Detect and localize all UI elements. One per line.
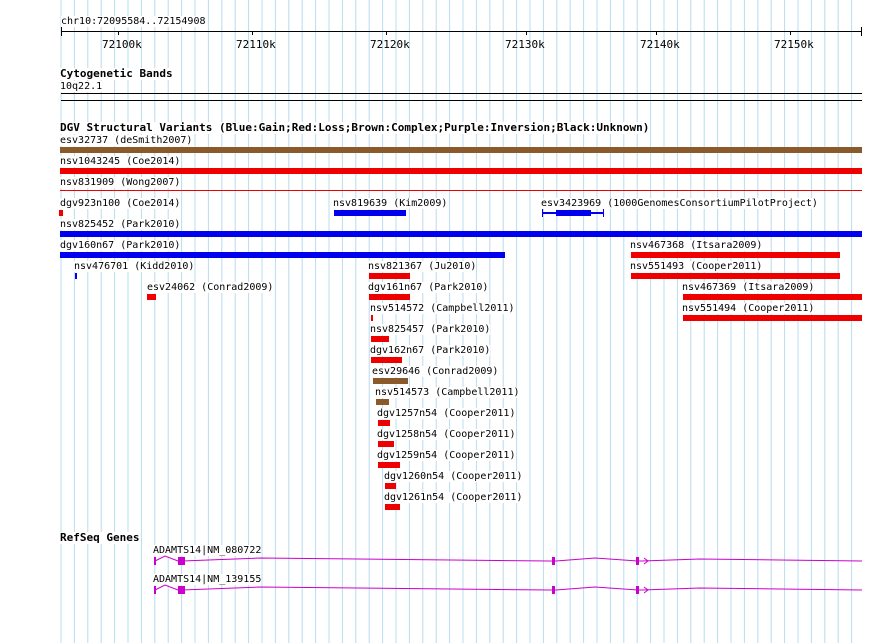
dgv-feature-bar[interactable] xyxy=(631,252,840,258)
cyto-band-bottom[interactable] xyxy=(61,100,862,101)
gene-model[interactable] xyxy=(0,579,890,609)
ruler-tick-mark xyxy=(118,31,119,35)
dgv-feature-bar[interactable] xyxy=(378,462,400,468)
dgv-track-title[interactable]: DGV Structural Variants (Blue:Gain;Red:L… xyxy=(60,122,650,134)
dgv-feature-bar[interactable] xyxy=(371,336,389,342)
dgv-feature-bar[interactable] xyxy=(378,441,394,447)
dgv-feature-label[interactable]: dgv162n67 (Park2010) xyxy=(370,345,491,356)
dgv-feature-bar[interactable] xyxy=(373,378,408,384)
ruler-tick-mark xyxy=(386,31,387,35)
dgv-feature-label[interactable]: esv3423969 (1000GenomesConsortiumPilotPr… xyxy=(541,198,818,209)
locus-label: chr10:72095584..72154908 xyxy=(61,16,206,27)
dgv-feature-bar[interactable] xyxy=(371,357,402,363)
dgv-feature-bar[interactable] xyxy=(334,210,406,216)
cyto-band-top[interactable] xyxy=(61,93,862,94)
dgv-feature-label[interactable]: nsv825457 (Park2010) xyxy=(370,324,491,335)
ruler-tick-mark xyxy=(526,31,527,35)
dgv-feature-label[interactable]: nsv825452 (Park2010) xyxy=(60,219,181,230)
dgv-feature-label[interactable]: dgv1260n54 (Cooper2011) xyxy=(384,471,523,482)
ruler-tick-label: 72130k xyxy=(505,38,545,51)
dgv-feature-bar[interactable] xyxy=(683,294,862,300)
dgv-feature-bar[interactable] xyxy=(60,252,505,258)
dgv-feature-label[interactable]: nsv551493 (Cooper2011) xyxy=(630,261,763,272)
dgv-feature-label[interactable]: nsv821367 (Ju2010) xyxy=(368,261,477,272)
ruler-tick-label: 72110k xyxy=(236,38,276,51)
dgv-feature-bar[interactable] xyxy=(683,315,862,321)
gene-exon xyxy=(636,586,639,594)
dgv-feature-label[interactable]: nsv467368 (Itsara2009) xyxy=(630,240,763,251)
gene-intron-line xyxy=(154,555,863,562)
dgv-feature-label[interactable]: dgv923n100 (Coe2014) xyxy=(60,198,181,209)
ruler-right-end xyxy=(861,27,862,36)
dgv-feature-label[interactable]: esv29646 (Conrad2009) xyxy=(372,366,499,377)
genome-browser-view: chr10:72095584..72154908 72100k 72110k 721… xyxy=(0,0,890,643)
dgv-feature-bar[interactable] xyxy=(60,190,862,191)
ruler-tick-label: 72150k xyxy=(774,38,814,51)
dgv-feature-label[interactable]: dgv1259n54 (Cooper2011) xyxy=(377,450,516,461)
gene-exon xyxy=(552,557,555,565)
cyto-band-label[interactable]: 10q22.1 xyxy=(60,81,103,92)
dgv-feature-end-cap xyxy=(542,209,543,217)
dgv-feature-bar[interactable] xyxy=(369,273,410,279)
dgv-feature-bar[interactable] xyxy=(369,294,410,300)
gene-exon xyxy=(552,586,555,594)
dgv-feature-label[interactable]: dgv160n67 (Park2010) xyxy=(60,240,181,251)
ruler-axis xyxy=(61,31,862,32)
dgv-feature-label[interactable]: dgv1257n54 (Cooper2011) xyxy=(377,408,516,419)
ruler-tick-label: 72120k xyxy=(370,38,410,51)
dgv-feature-bar[interactable] xyxy=(376,399,389,405)
dgv-feature-bar[interactable] xyxy=(75,273,77,279)
dgv-feature-label[interactable]: esv24062 (Conrad2009) xyxy=(147,282,274,293)
dgv-feature-bar[interactable] xyxy=(147,294,156,300)
dgv-feature-label[interactable]: nsv1043245 (Coe2014) xyxy=(60,156,181,167)
dgv-feature-bar[interactable] xyxy=(59,210,63,216)
gene-model[interactable] xyxy=(0,550,890,580)
dgv-feature-bar[interactable] xyxy=(60,231,862,237)
dgv-feature-label[interactable]: nsv467369 (Itsara2009) xyxy=(682,282,815,293)
gene-exon xyxy=(178,586,185,594)
gene-exon xyxy=(636,557,639,565)
dgv-feature-bar[interactable] xyxy=(60,168,862,174)
dgv-feature-label[interactable]: esv32737 (deSmith2007) xyxy=(60,135,193,146)
ruler-tick-label: 72100k xyxy=(102,38,142,51)
dgv-feature-label[interactable]: nsv819639 (Kim2009) xyxy=(333,198,448,209)
ruler-tick-label: 72140k xyxy=(640,38,680,51)
ruler-tick-mark xyxy=(656,31,657,35)
dgv-feature-bar[interactable] xyxy=(60,147,862,153)
gene-exon xyxy=(178,557,185,565)
dgv-feature-label[interactable]: nsv514573 (Campbell2011) xyxy=(375,387,520,398)
refseq-track-title[interactable]: RefSeq Genes xyxy=(60,532,140,544)
gene-exon xyxy=(154,557,156,565)
dgv-feature-bar[interactable] xyxy=(631,273,840,279)
dgv-feature-label[interactable]: nsv514572 (Campbell2011) xyxy=(370,303,515,314)
ruler-tick-mark xyxy=(252,31,253,35)
dgv-feature-bar[interactable] xyxy=(385,504,400,510)
gene-intron-line xyxy=(154,584,863,591)
dgv-feature-label[interactable]: nsv831909 (Wong2007) xyxy=(60,177,181,188)
dgv-feature-label[interactable]: nsv476701 (Kidd2010) xyxy=(74,261,195,272)
dgv-feature-bar[interactable] xyxy=(371,315,373,321)
dgv-feature-label[interactable]: dgv1258n54 (Cooper2011) xyxy=(377,429,516,440)
cyto-track-title[interactable]: Cytogenetic Bands xyxy=(60,68,173,80)
ruler-left-end xyxy=(61,27,62,36)
dgv-feature-bar[interactable] xyxy=(385,483,396,489)
ruler-tick-mark xyxy=(790,31,791,35)
dgv-feature-end-cap xyxy=(603,209,604,217)
dgv-feature-bar[interactable] xyxy=(378,420,390,426)
dgv-feature-label[interactable]: dgv161n67 (Park2010) xyxy=(368,282,489,293)
grid-lines xyxy=(60,0,853,643)
dgv-feature-extent-line[interactable] xyxy=(542,212,604,214)
gene-exon xyxy=(154,586,156,594)
dgv-feature-label[interactable]: nsv551494 (Cooper2011) xyxy=(682,303,815,314)
dgv-feature-label[interactable]: dgv1261n54 (Cooper2011) xyxy=(384,492,523,503)
